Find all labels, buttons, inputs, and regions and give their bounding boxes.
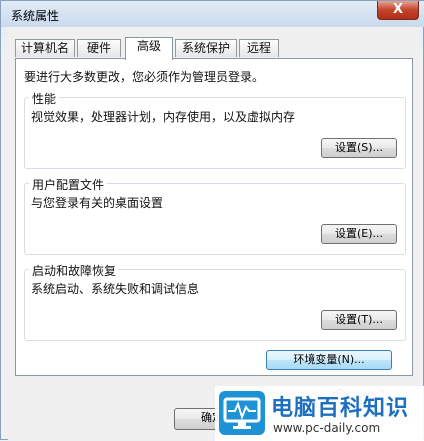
user-profiles-description: 与您登录有关的桌面设置 xyxy=(31,196,164,210)
performance-settings-button[interactable]: 设置(S)... xyxy=(321,138,397,158)
site-watermark: 电脑百科知识 www.pc-daily.com xyxy=(215,386,424,441)
system-properties-window: 系统属性 X 计算机名 硬件 高级 系统保护 远程 要进行大多数更改，您必须作为… xyxy=(0,0,424,441)
watermark-url: www.pc-daily.com xyxy=(273,421,381,435)
user-profiles-title: 用户配置文件 xyxy=(29,176,108,193)
environment-variables-button[interactable]: 环境变量(N)... xyxy=(266,350,392,370)
user-profiles-settings-button[interactable]: 设置(E)... xyxy=(321,224,397,244)
dialog-client-area: 计算机名 硬件 高级 系统保护 远程 要进行大多数更改，您必须作为管理员登录。 … xyxy=(8,27,418,441)
startup-recovery-settings-button[interactable]: 设置(T)... xyxy=(321,310,397,330)
startup-recovery-group: 启动和故障恢复 系统启动、系统失败和调试信息 设置(T)... xyxy=(24,262,406,341)
tab-hardware[interactable]: 硬件 xyxy=(77,39,121,57)
tab-advanced[interactable]: 高级 xyxy=(125,37,173,60)
startup-recovery-title: 启动和故障恢复 xyxy=(29,262,120,279)
advanced-tab-panel: 要进行大多数更改，您必须作为管理员登录。 性能 视觉效果，处理器计划，内存使用，… xyxy=(15,58,413,376)
performance-title: 性能 xyxy=(29,90,60,107)
performance-group: 性能 视觉效果，处理器计划，内存使用，以及虚拟内存 设置(S)... xyxy=(24,90,406,169)
startup-recovery-description: 系统启动、系统失败和调试信息 xyxy=(31,282,200,296)
title-bar[interactable]: 系统属性 X xyxy=(1,1,424,27)
tab-computer-name[interactable]: 计算机名 xyxy=(15,39,75,57)
tab-system-protection[interactable]: 系统保护 xyxy=(175,39,237,57)
monitor-pulse-icon xyxy=(219,391,265,435)
tab-remote[interactable]: 远程 xyxy=(239,39,279,57)
user-profiles-group: 用户配置文件 与您登录有关的桌面设置 设置(E)... xyxy=(24,176,406,255)
admin-notice: 要进行大多数更改，您必须作为管理员登录。 xyxy=(24,70,265,84)
close-button[interactable]: X xyxy=(377,1,419,20)
performance-description: 视觉效果，处理器计划，内存使用，以及虚拟内存 xyxy=(31,110,296,124)
watermark-brand: 电脑百科知识 xyxy=(271,396,410,421)
window-title: 系统属性 xyxy=(11,9,60,23)
